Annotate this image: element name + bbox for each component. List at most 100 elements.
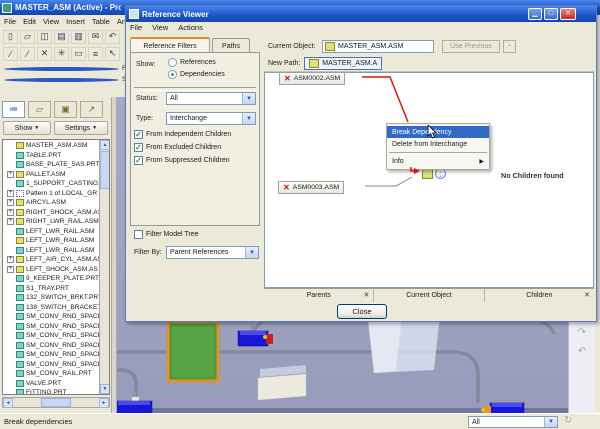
model-tree-row[interactable]: + Pattern 1 of LOCAL_GR bbox=[3, 189, 109, 199]
model-tree-row[interactable]: + PALLET.ASM bbox=[3, 170, 109, 180]
expand-plus-icon[interactable]: + bbox=[7, 189, 14, 197]
part-valve-right[interactable] bbox=[481, 402, 525, 413]
tree-horizontal-scrollbar[interactable]: ◄ ► bbox=[2, 397, 110, 408]
model-tree-row[interactable]: + LEFT_SHOCK_ASM.AS bbox=[3, 265, 109, 275]
model-tree-row[interactable]: + 132_SWITCH_BRKT.PRT bbox=[3, 293, 109, 303]
print-icon[interactable]: ▤ bbox=[54, 29, 69, 44]
main-menu-item[interactable]: File bbox=[4, 17, 16, 26]
main-menu-item[interactable]: Table bbox=[92, 17, 110, 26]
datum-csys-icon[interactable]: ✳ bbox=[54, 46, 69, 61]
dialog-menu-item[interactable]: View bbox=[152, 23, 168, 32]
expand-plus-icon[interactable]: + bbox=[7, 208, 14, 216]
close-button[interactable]: Close bbox=[337, 304, 387, 319]
main-menu-item[interactable]: Insert bbox=[66, 17, 85, 26]
model-tree-row[interactable]: + LEFT_LWR_RAIL.ASM bbox=[3, 236, 109, 246]
new-path-chip[interactable]: MASTER_ASM.A bbox=[304, 57, 383, 70]
expand-plus-icon[interactable]: + bbox=[7, 256, 14, 264]
connections-tab-icon[interactable]: ↗ bbox=[80, 101, 103, 118]
radio-dependencies[interactable]: Dependencies bbox=[168, 70, 225, 79]
model-tree-row[interactable]: + SM_CONV_RND_SPACER bbox=[3, 360, 109, 370]
part-valve-left[interactable] bbox=[112, 392, 153, 413]
model-tree-row[interactable]: + VALVE.PRT bbox=[3, 379, 109, 389]
show-button[interactable]: Show ▼ bbox=[3, 121, 51, 135]
filter-by-combo[interactable]: Parent References ▼ bbox=[166, 246, 259, 259]
close-pane-icon[interactable]: ✕ bbox=[363, 289, 369, 302]
dependency-graph-canvas[interactable] bbox=[264, 72, 594, 288]
panel-splitter[interactable] bbox=[112, 97, 117, 413]
part-white-slats[interactable] bbox=[257, 365, 307, 401]
model-tree-row[interactable]: + SM_CONV_RND_SPACER bbox=[3, 322, 109, 332]
print-preview-icon[interactable]: ▥ bbox=[71, 29, 86, 44]
minimize-button[interactable]: ▁ bbox=[528, 8, 542, 20]
part-green-panel[interactable] bbox=[166, 320, 220, 383]
scroll-right-icon[interactable]: ► bbox=[99, 398, 109, 408]
model-tree-row[interactable]: + SM_CONV_RND_SPACER bbox=[3, 331, 109, 341]
model-tree-row[interactable]: + LEFT_LWR_RAIL.ASM bbox=[3, 246, 109, 256]
select-arrow-icon[interactable]: ↖ bbox=[105, 46, 120, 61]
model-tree-row[interactable]: + RIGHT_LWR_RAIL.ASM bbox=[3, 217, 109, 227]
chevron-down-icon[interactable]: ▼ bbox=[544, 417, 557, 427]
datum-plane-icon[interactable]: ∕ bbox=[3, 46, 18, 61]
refresh-icon[interactable]: ↻ bbox=[564, 415, 572, 426]
scrollbar-thumb[interactable] bbox=[100, 151, 109, 189]
model-tree-row[interactable]: + SM_CONV_RAIL.PRT bbox=[3, 369, 109, 379]
undo-icon[interactable]: ↶ bbox=[105, 29, 120, 44]
new-file-icon[interactable]: ▯ bbox=[3, 29, 18, 44]
scroll-left-icon[interactable]: ◄ bbox=[3, 398, 13, 408]
children-pane-header[interactable]: Children ✕ bbox=[485, 289, 594, 302]
favorites-tab-icon[interactable]: ▣ bbox=[54, 101, 77, 118]
model-tree-row[interactable]: + AIRCYL.ASM bbox=[3, 198, 109, 208]
email-icon[interactable]: ✉ bbox=[88, 29, 103, 44]
model-tree-row[interactable]: + SM_CONV_RND_SPACER bbox=[3, 312, 109, 322]
model-tree-row[interactable]: + 1_SUPPORT_CASTING.P bbox=[3, 179, 109, 189]
sketch-icon[interactable]: ▭ bbox=[71, 46, 86, 61]
chevron-down-icon[interactable]: ▼ bbox=[242, 93, 255, 104]
tab-reference-filters[interactable]: Reference Filters bbox=[130, 37, 210, 52]
checkbox-checked-icon[interactable]: ✓ bbox=[134, 156, 143, 165]
use-previous-flyout-button[interactable]: ▪ bbox=[503, 40, 516, 53]
list-icon[interactable]: ≡ bbox=[88, 46, 103, 61]
checkbox-checked-icon[interactable]: ✓ bbox=[134, 143, 143, 152]
settings-button[interactable]: Settings ▼ bbox=[54, 121, 108, 135]
save-icon[interactable]: ◫ bbox=[37, 29, 52, 44]
scrollbar-thumb[interactable] bbox=[41, 398, 71, 407]
model-tree-row[interactable]: + FITTING.PRT bbox=[3, 388, 109, 394]
model-tree-row[interactable]: + SM_CONV_RND_SPACER bbox=[3, 341, 109, 351]
expand-plus-icon[interactable]: + bbox=[7, 218, 14, 226]
status-combo[interactable]: All ▼ bbox=[166, 92, 256, 105]
expand-plus-icon[interactable]: + bbox=[7, 199, 14, 207]
model-tree-row[interactable]: + LEFT_LWR_RAIL.ASM bbox=[3, 227, 109, 237]
graph-node-asm0003[interactable]: ✕ ASM0003.ASM bbox=[278, 181, 345, 194]
folder-browser-tab-icon[interactable]: ▱ bbox=[28, 101, 51, 118]
model-tree-row[interactable]: + SM_CONV_RND_SPACER bbox=[3, 350, 109, 360]
datum-axis-icon[interactable]: ⁄ bbox=[20, 46, 35, 61]
dialog-menu-item[interactable]: File bbox=[130, 23, 142, 32]
parents-pane-header[interactable]: Parents ✕ bbox=[264, 289, 375, 302]
scroll-up-icon[interactable]: ▲ bbox=[100, 140, 109, 150]
use-previous-button[interactable]: Use Previous bbox=[442, 40, 500, 53]
model-tree-tab-icon[interactable]: ≔ bbox=[2, 101, 25, 118]
datum-point-icon[interactable]: ✕ bbox=[37, 46, 52, 61]
current-object-field[interactable]: MASTER_ASM.ASM bbox=[322, 40, 434, 53]
model-tree-row[interactable]: + S1_TRAY.PRT bbox=[3, 284, 109, 294]
model-tree-row[interactable]: + BASE_PLATE_SAS.PRT bbox=[3, 160, 109, 170]
type-combo[interactable]: Interchange ▼ bbox=[166, 112, 256, 125]
chevron-down-icon[interactable]: ▼ bbox=[242, 113, 255, 124]
maximize-button[interactable]: □ bbox=[544, 8, 558, 20]
expand-plus-icon[interactable]: + bbox=[7, 265, 14, 273]
open-icon[interactable]: ▱ bbox=[20, 29, 35, 44]
model-tree-row[interactable]: + MASTER_ASM.ASM bbox=[3, 141, 109, 151]
main-menu-item[interactable]: Edit bbox=[23, 17, 36, 26]
model-tree-row[interactable]: + RIGHT_SHOCK_ASM.AS bbox=[3, 208, 109, 218]
model-tree-row[interactable]: + TABLE.PRT bbox=[3, 151, 109, 161]
pan-view-icon[interactable]: ↷ bbox=[575, 327, 589, 338]
dialog-menu-item[interactable]: Actions bbox=[178, 23, 203, 32]
close-pane-icon[interactable]: ✕ bbox=[584, 289, 590, 302]
filter-checkbox-row[interactable]: ✓ From Suppressed Children bbox=[134, 154, 258, 167]
tab-paths[interactable]: Paths bbox=[212, 38, 250, 53]
main-menu-item[interactable]: View bbox=[43, 17, 59, 26]
checkbox-checked-icon[interactable]: ✓ bbox=[134, 130, 143, 139]
model-tree-row[interactable]: + 9_KEEPER_PLATE.PRT bbox=[3, 274, 109, 284]
scroll-down-icon[interactable]: ▼ bbox=[100, 384, 109, 394]
filter-model-tree-checkbox[interactable]: ✓ Filter Model Tree bbox=[134, 228, 199, 241]
